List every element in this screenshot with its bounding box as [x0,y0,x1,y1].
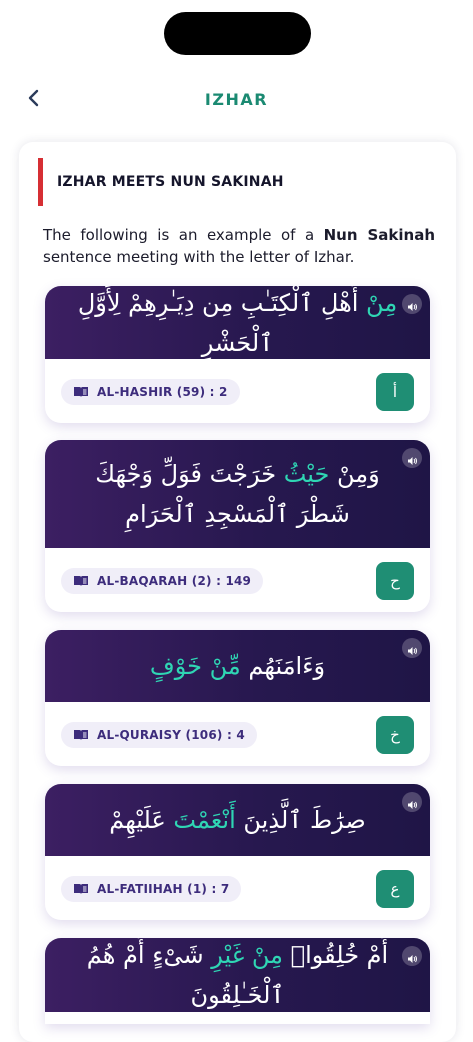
surah-reference[interactable]: AL-HASHIR (59) : 2 [61,379,240,405]
verse-highlight: مِنْ [366,288,398,317]
izhar-letter-button[interactable]: ع [376,870,414,908]
audio-button[interactable] [402,638,422,658]
verse-highlight: مِنْ غَيْرِ [211,941,284,969]
reference-label: AL-HASHIR (59) : 2 [97,385,228,399]
book-icon [73,726,89,745]
card-footer: AL-FATIIHAH (1) : 7 ع [45,856,430,920]
verse-text-before: وَءَامَنَهُم [240,652,326,680]
intro-text-start: The following is an example of a [43,226,324,244]
intro-text: The following is an example of a Nun Sak… [43,224,435,268]
section-title: IZHAR MEETS NUN SAKINAH [57,174,284,190]
verse-text-before: صِرَٰطَ ٱلَّذِينَ [235,806,366,834]
example-card: وَمِنْ حَيْثُ خَرَجْتَ فَوَلِّ وَجْهَكَ … [45,440,430,612]
surah-reference[interactable]: AL-BAQARAH (2) : 149 [61,568,264,594]
reference-label: AL-BAQARAH (2) : 149 [97,574,252,588]
audio-button[interactable] [402,946,422,966]
reference-label: AL-FATIIHAH (1) : 7 [97,882,230,896]
speaker-icon [407,286,418,324]
speaker-icon [407,440,418,478]
section-header: IZHAR MEETS NUN SAKINAH [38,158,284,206]
audio-button[interactable] [402,448,422,468]
verse-panel: وَءَامَنَهُم مِّنْ خَوْفٍ [45,630,430,702]
example-card: أَمْ خُلِقُوا۟ مِنْ غَيْرِ شَىْءٍ أَمْ ه… [45,938,430,1024]
surah-reference[interactable]: AL-QURAISY (106) : 4 [61,722,257,748]
verse-panel: صِرَٰطَ ٱلَّذِينَ أَنْعَمْتَ عَلَيْهِمْ [45,784,430,856]
verse-text-before: وَمِنْ [329,460,380,488]
verse-text-after: أَهْلِ ٱلْكِتَـٰبِ مِن دِيَـٰرِهِمْ لِأَ… [77,288,367,357]
verse-highlight: أَنْعَمْتَ [173,806,236,834]
verse-panel: مِنْ أَهْلِ ٱلْكِتَـٰبِ مِن دِيَـٰرِهِمْ… [45,286,430,359]
speaker-icon [407,784,418,822]
book-icon [73,572,89,591]
izhar-letter-button[interactable]: أ [376,373,414,411]
book-icon [73,383,89,402]
example-card: صِرَٰطَ ٱلَّذِينَ أَنْعَمْتَ عَلَيْهِمْ … [45,784,430,920]
verse-text-before: أَمْ خُلِقُوا۟ [283,941,389,969]
device-notch [164,12,311,55]
verse-highlight: حَيْثُ [283,460,330,488]
intro-text-end: sentence meeting with the letter of Izha… [43,248,355,266]
example-card: مِنْ أَهْلِ ٱلْكِتَـٰبِ مِن دِيَـٰرِهِمْ… [45,286,430,423]
verse-text: صِرَٰطَ ٱلَّذِينَ أَنْعَمْتَ عَلَيْهِمْ [109,800,366,840]
verse-text: وَءَامَنَهُم مِّنْ خَوْفٍ [150,646,325,686]
izhar-letter-button[interactable]: ح [376,562,414,600]
speaker-icon [407,938,418,976]
verse-text: أَمْ خُلِقُوا۟ مِنْ غَيْرِ شَىْءٍ أَمْ ه… [75,938,400,1015]
card-footer: AL-QURAISY (106) : 4 خ [45,702,430,766]
speaker-icon [407,630,418,668]
verse-panel: أَمْ خُلِقُوا۟ مِنْ غَيْرِ شَىْءٍ أَمْ ه… [45,938,430,1012]
verse-text: مِنْ أَهْلِ ٱلْكِتَـٰبِ مِن دِيَـٰرِهِمْ… [75,286,400,363]
example-card: وَءَامَنَهُم مِّنْ خَوْفٍ AL-QURAISY (10… [45,630,430,766]
verse-text: وَمِنْ حَيْثُ خَرَجْتَ فَوَلِّ وَجْهَكَ … [75,454,400,534]
verse-highlight: مِّنْ خَوْفٍ [149,652,241,680]
app-header: IZHAR [0,80,473,124]
intro-text-bold: Nun Sakinah [323,226,435,244]
verse-text-after: عَلَيْهِمْ [109,806,174,834]
audio-button[interactable] [402,792,422,812]
book-icon [73,880,89,899]
izhar-letter-button[interactable]: خ [376,716,414,754]
card-footer: AL-HASHIR (59) : 2 أ [45,359,430,423]
card-footer: AL-BAQARAH (2) : 149 ح [45,548,430,612]
verse-panel: وَمِنْ حَيْثُ خَرَجْتَ فَوَلِّ وَجْهَكَ … [45,440,430,548]
audio-button[interactable] [402,294,422,314]
surah-reference[interactable]: AL-FATIIHAH (1) : 7 [61,876,242,902]
page-title: IZHAR [204,90,269,109]
section-accent-bar [38,158,43,206]
reference-label: AL-QURAISY (106) : 4 [97,728,245,742]
